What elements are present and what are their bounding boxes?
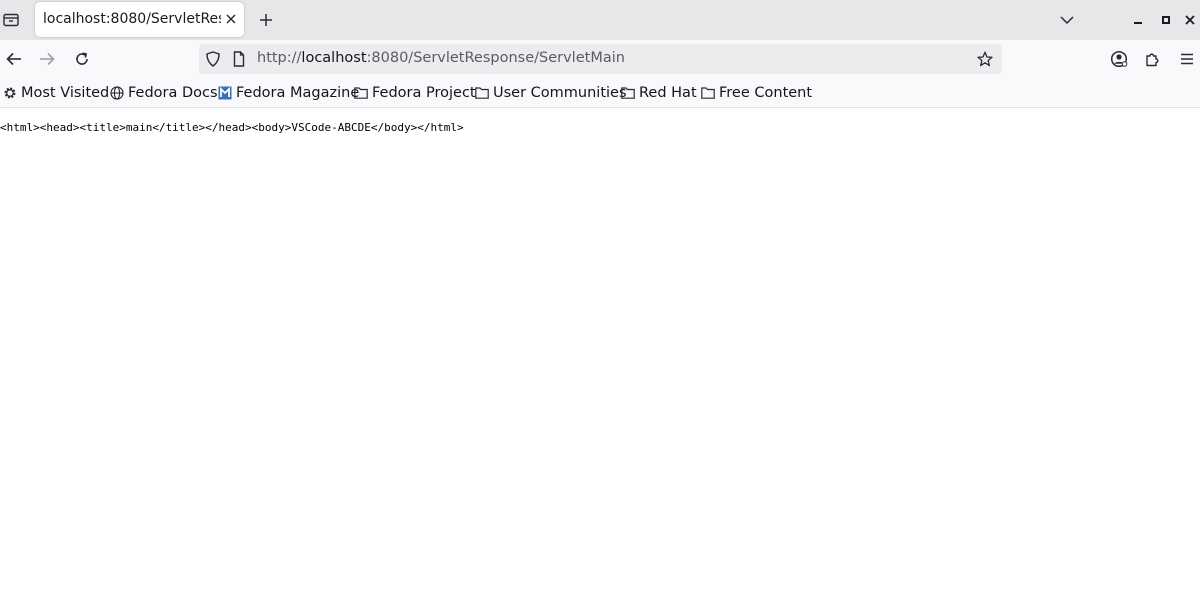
tab-title: localhost:8080/ServletResponse/ServletMa…	[43, 11, 221, 27]
url-text[interactable]: http://localhost:8080/ServletResponse/Se…	[257, 50, 625, 66]
tab-strip: localhost:8080/ServletResponse/ServletMa…	[0, 0, 1200, 40]
extensions-button[interactable]	[1142, 48, 1164, 70]
bookmark-star-icon[interactable]	[977, 51, 993, 67]
close-icon	[226, 14, 236, 24]
app-menu-button[interactable]	[1176, 48, 1198, 70]
active-tab[interactable]: localhost:8080/ServletResponse/ServletMa…	[35, 2, 244, 37]
forward-button[interactable]	[36, 48, 58, 70]
bookmark-most-visited[interactable]: Most Visited	[3, 83, 109, 103]
maximize-icon	[1162, 16, 1170, 24]
fedora-magazine-icon	[218, 86, 232, 100]
tracking-protection-shield-icon[interactable]	[205, 51, 221, 67]
navigation-toolbar: http://localhost:8080/ServletResponse/Se…	[0, 40, 1200, 78]
bookmark-user-communities[interactable]: User Communities	[475, 83, 627, 103]
reload-icon	[76, 52, 88, 65]
plus-icon	[260, 14, 272, 26]
page-info-icon[interactable]	[231, 51, 247, 67]
url-scheme: http://	[257, 50, 302, 66]
list-all-tabs-button[interactable]	[1057, 10, 1077, 30]
bookmark-label: Free Content	[719, 85, 813, 101]
url-bar[interactable]: http://localhost:8080/ServletResponse/Se…	[199, 44, 1002, 74]
page-source-text: <html><head><title>main</title></head><b…	[0, 121, 464, 134]
bookmarks-toolbar: Most Visited Fedora Docs Fedora Magazine	[0, 78, 1200, 108]
bookmark-fedora-project[interactable]: Fedora Project	[354, 83, 476, 103]
gear-icon	[3, 86, 17, 100]
folder-icon	[475, 86, 489, 100]
bookmark-label: Fedora Docs	[128, 85, 218, 101]
tab-list-button[interactable]	[0, 9, 22, 31]
account-icon	[1110, 50, 1128, 68]
bookmark-label: User Communities	[493, 85, 627, 101]
forward-arrow-icon	[40, 52, 55, 66]
new-tab-button[interactable]	[256, 10, 276, 30]
maximize-button[interactable]	[1156, 10, 1176, 30]
bookmark-fedora-magazine[interactable]: Fedora Magazine	[218, 83, 359, 103]
minimize-icon	[1134, 22, 1142, 24]
close-window-button[interactable]	[1180, 10, 1200, 30]
globe-icon	[110, 86, 124, 100]
folder-icon	[354, 86, 368, 100]
tab-list-icon	[3, 13, 19, 27]
folder-icon	[701, 86, 715, 100]
url-host: localhost	[301, 50, 367, 66]
folder-icon	[621, 86, 635, 100]
url-path: :8080/ServletResponse/ServletMain	[366, 50, 625, 66]
browser-window: localhost:8080/ServletResponse/ServletMa…	[0, 0, 1200, 594]
account-button[interactable]	[1108, 48, 1130, 70]
bookmark-red-hat[interactable]: Red Hat	[621, 83, 697, 103]
reload-button[interactable]	[71, 48, 93, 70]
bookmark-label: Fedora Project	[372, 85, 476, 101]
tab-close-button[interactable]	[224, 12, 238, 26]
close-icon	[1185, 15, 1195, 25]
puzzle-piece-icon	[1146, 53, 1159, 67]
minimize-button[interactable]	[1128, 10, 1148, 30]
bookmark-label: Fedora Magazine	[236, 85, 360, 101]
bookmark-label: Most Visited	[21, 85, 110, 101]
bookmark-fedora-docs[interactable]: Fedora Docs	[110, 83, 218, 103]
back-button[interactable]	[3, 48, 25, 70]
bookmark-label: Red Hat	[639, 85, 697, 101]
bookmark-free-content[interactable]: Free Content	[701, 83, 812, 103]
back-arrow-icon	[6, 52, 21, 66]
hamburger-menu-icon	[1181, 53, 1193, 65]
page-content: <html><head><title>main</title></head><b…	[0, 108, 1200, 594]
chevron-down-icon	[1060, 16, 1074, 25]
